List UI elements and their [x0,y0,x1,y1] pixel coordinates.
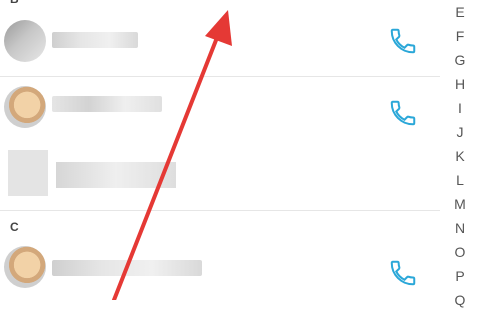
phone-icon[interactable] [388,258,418,288]
section-letter: B [10,0,19,6]
contact-name-blurred [52,96,162,112]
index-letter[interactable]: J [450,120,470,144]
section-letter: C [10,220,19,234]
index-letter[interactable]: F [450,24,470,48]
contact-row[interactable] [0,12,440,72]
index-letter[interactable]: G [450,48,470,72]
index-letter[interactable]: M [450,192,470,216]
section-header-c: C [10,220,19,234]
contact-avatar [4,86,46,128]
blurred-content [8,150,48,196]
contact-name-blurred [52,260,202,276]
blurred-content [56,162,176,188]
index-letter[interactable]: I [450,96,470,120]
contact-avatar [4,246,46,288]
index-letter[interactable]: E [450,0,470,24]
index-letter[interactable]: O [450,240,470,264]
index-letter[interactable]: H [450,72,470,96]
phone-icon[interactable] [388,98,418,128]
index-letter[interactable]: L [450,168,470,192]
contact-name-blurred [52,32,138,48]
index-letter[interactable]: K [450,144,470,168]
section-header-b: B [10,0,19,6]
contact-row[interactable] [0,80,440,144]
contact-row[interactable] [0,236,440,300]
alphabet-index-bar[interactable]: E F G H I J K L M N O P Q [440,0,480,308]
index-letter[interactable]: P [450,264,470,288]
contact-avatar [4,20,46,62]
phone-icon[interactable] [388,26,418,56]
index-letter[interactable]: N [450,216,470,240]
index-letter[interactable]: Q [450,288,470,312]
